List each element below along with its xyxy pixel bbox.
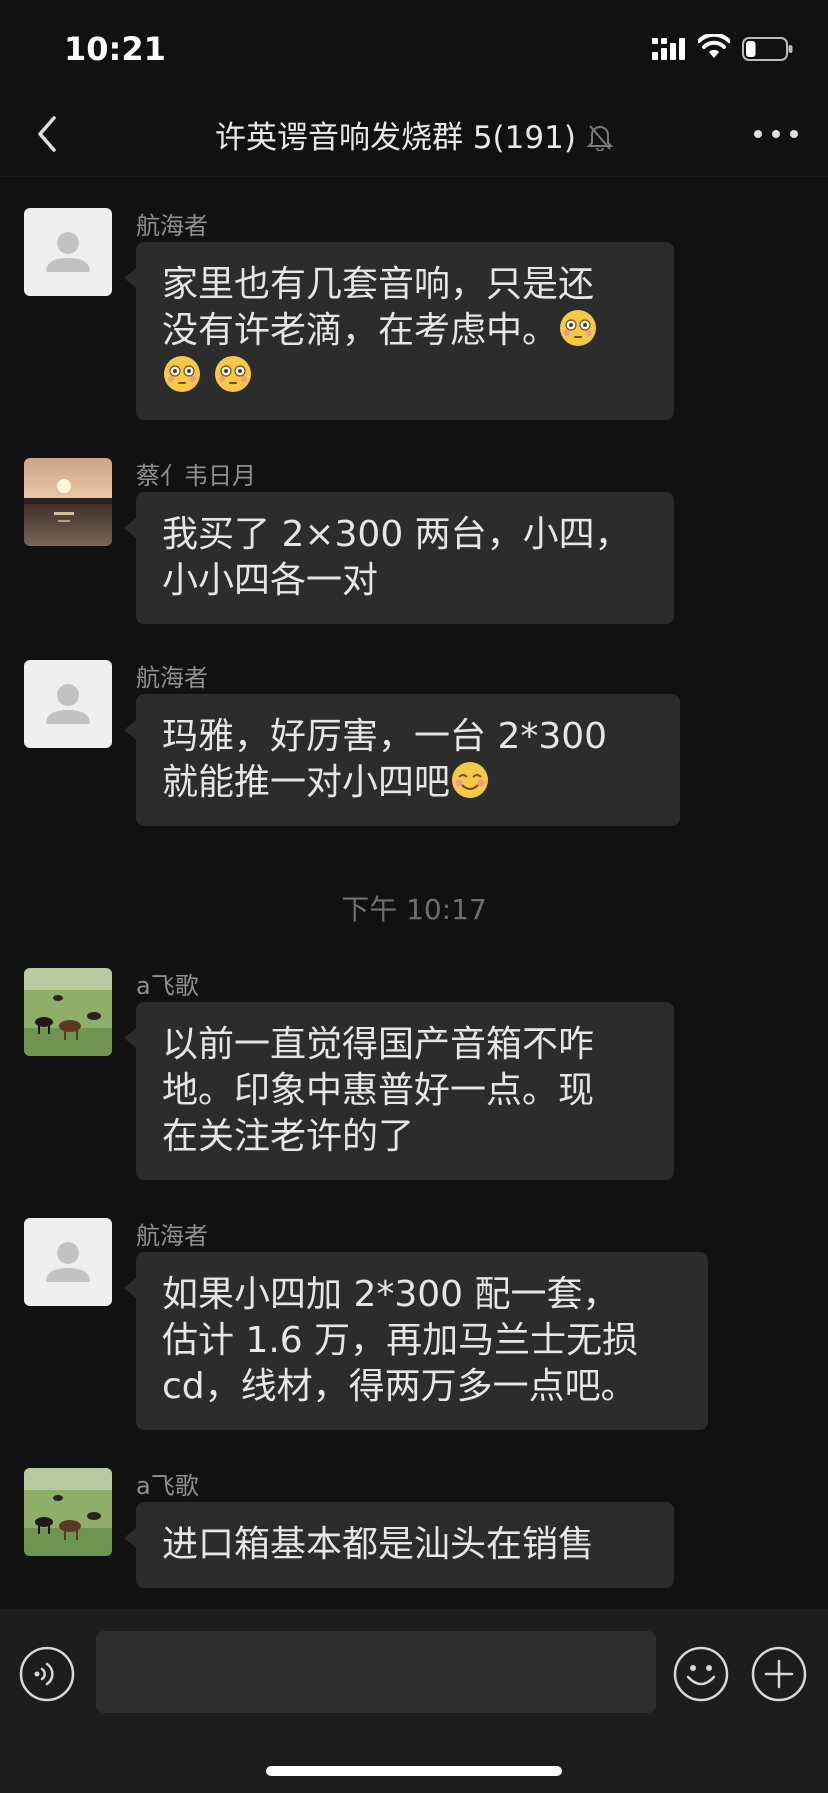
default-avatar[interactable] xyxy=(24,208,112,296)
flushed-emoji xyxy=(164,356,200,392)
home-indicator[interactable] xyxy=(266,1766,562,1776)
message-bubble[interactable]: 我买了 2×300 两台，小四， 小小四各一对 xyxy=(124,492,674,624)
plus-icon[interactable] xyxy=(750,1645,808,1703)
sender-name: a飞歌 xyxy=(136,1472,199,1500)
message-bubble[interactable]: 如果小四加 2*300 配一套， 估计 1.6 万，再加马兰士无损 cd，线材，… xyxy=(124,1252,708,1430)
sender-name: 航海者 xyxy=(136,664,208,692)
message-line: 就能推一对小四吧 xyxy=(162,762,451,803)
message-line-with-emoji: 就能推一对小四吧 xyxy=(162,760,654,806)
message-line: 没有许老滴，在考虑中。 xyxy=(162,310,559,351)
horses-photo-avatar[interactable] xyxy=(24,1468,112,1556)
message-bubble[interactable]: 玛雅，好厉害，一台 2*300 就能推一对小四吧 xyxy=(124,694,680,826)
chevron-left-icon[interactable] xyxy=(28,110,68,158)
chat-timestamp: 下午 10:17 xyxy=(341,893,487,926)
smiley-icon[interactable] xyxy=(672,1645,730,1703)
default-avatar[interactable] xyxy=(24,1218,112,1306)
message-line: 我买了 2×300 两台，小四， xyxy=(162,514,631,555)
sunset-photo-avatar[interactable] xyxy=(24,458,112,546)
bell-muted-icon xyxy=(587,125,614,151)
status-bar: 10:21 xyxy=(0,0,828,92)
voice-icon[interactable] xyxy=(18,1645,76,1703)
cellular-signal-icon xyxy=(652,38,685,60)
sender-name: 航海者 xyxy=(136,1222,208,1250)
message-line: 家里也有几套音响，只是还 xyxy=(162,264,595,305)
message-bubble[interactable]: 以前一直觉得国产音箱不咋 地。印象中惠普好一点。现 在关注老许的了 xyxy=(124,1002,674,1180)
message-bubble[interactable]: 家里也有几套音响，只是还 没有许老滴，在考虑中。 xyxy=(124,242,674,420)
message-line: 小小四各一对 xyxy=(162,560,379,601)
message-line: 进口箱基本都是汕头在销售 xyxy=(162,1524,595,1565)
status-time: 10:21 xyxy=(64,30,166,68)
message-line: 玛雅，好厉害，一台 2*300 xyxy=(162,716,608,757)
ellipsis-icon[interactable] xyxy=(748,114,804,154)
message-line: 以前一直觉得国产音箱不咋 xyxy=(162,1024,595,1065)
message-line: 在关注老许的了 xyxy=(162,1116,415,1157)
message-line: 地。印象中惠普好一点。现 xyxy=(162,1070,595,1111)
battery-icon xyxy=(742,37,793,61)
message-line: 估计 1.6 万，再加马兰士无损 xyxy=(162,1320,639,1361)
message-line: cd，线材，得两万多一点吧。 xyxy=(162,1366,637,1407)
message-line-with-emoji: 没有许老滴，在考虑中。 xyxy=(162,308,648,354)
sender-name: 蔡亻韦日月 xyxy=(136,462,256,490)
chat-title-group: 许英谔音响发烧群 5(191) xyxy=(120,112,708,157)
message-list[interactable]: 航海者 家里也有几套音响，只是还 没有许老滴，在考虑中。 蔡亻韦日月 我买了 2… xyxy=(0,176,828,1610)
wifi-icon xyxy=(698,34,730,58)
chat-header: 许英谔音响发烧群 5(191) xyxy=(0,92,828,177)
default-avatar[interactable] xyxy=(24,660,112,748)
chat-title: 许英谔音响发烧群 5(191) xyxy=(214,120,576,156)
flushed-emoji xyxy=(215,356,252,392)
blush-emoji xyxy=(452,762,489,798)
message-input[interactable] xyxy=(96,1631,656,1713)
flushed-emoji xyxy=(560,310,597,346)
sender-name: 航海者 xyxy=(136,212,208,240)
sender-name: a飞歌 xyxy=(136,972,199,1000)
emoji-line xyxy=(162,354,648,400)
horses-photo-avatar[interactable] xyxy=(24,968,112,1056)
message-bubble[interactable]: 进口箱基本都是汕头在销售 xyxy=(124,1502,674,1588)
message-line: 如果小四加 2*300 配一套， xyxy=(162,1274,619,1315)
